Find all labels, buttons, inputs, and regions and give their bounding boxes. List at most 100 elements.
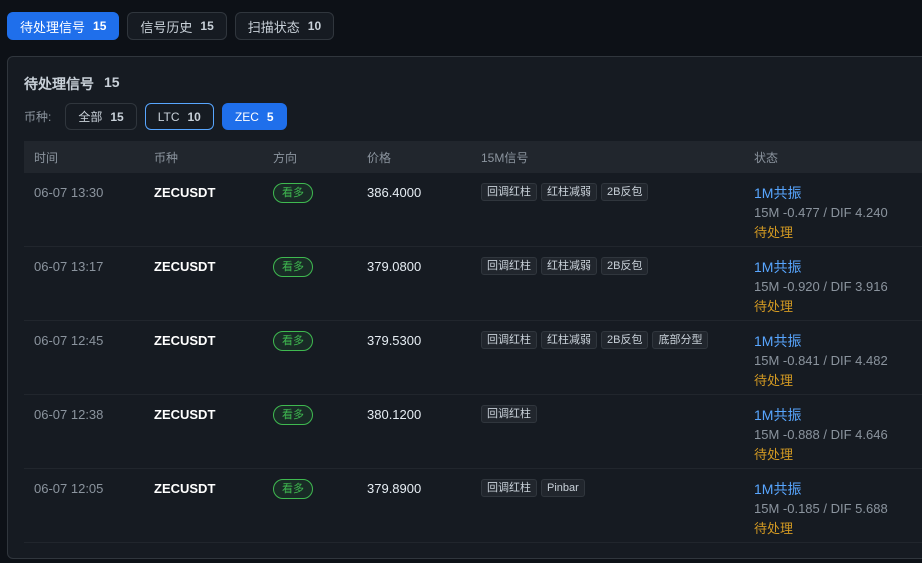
row-price: 380.1200 [367, 407, 422, 422]
signal-tag: Pinbar [541, 479, 585, 497]
tab-pending-signals[interactable]: 待处理信号 15 [7, 12, 120, 40]
header-direction: 方向 [273, 150, 298, 165]
row-coin: ZECUSDT [154, 185, 216, 200]
metrics-text: 15M -0.888 / DIF 4.646 [754, 427, 888, 442]
signal-tag: 回调红柱 [481, 183, 537, 201]
direction-badge: 看多 [273, 479, 313, 499]
table-row[interactable]: 06-07 12:38 ZECUSDT 看多 380.1200 回调红柱 1M共振 15M … [24, 395, 922, 469]
tab-count: 15 [93, 19, 107, 33]
chip-label: 全部 [78, 110, 103, 124]
resonance-label: 1M共振 [754, 407, 802, 423]
row-price: 379.8900 [367, 481, 422, 496]
signal-tag: 回调红柱 [481, 479, 537, 497]
tab-label: 扫描状态 [247, 19, 300, 35]
signal-tag: 红柱减弱 [541, 331, 597, 349]
row-direction: 看多 [273, 479, 313, 499]
row-direction: 看多 [273, 257, 313, 277]
signal-tag: 红柱减弱 [541, 257, 597, 275]
table-body: 06-07 13:30 ZECUSDT 看多 386.4000 回调红柱 红柱减弱 2B反包… [24, 173, 922, 543]
filter-chip-ltc[interactable]: LTC 10 [144, 103, 214, 130]
signal-tag: 2B反包 [601, 257, 649, 275]
header-price: 价格 [367, 150, 392, 165]
chip-label: ZEC [234, 109, 259, 124]
row-status: 1M共振 15M -0.841 / DIF 4.482 待处理 [754, 331, 888, 389]
header-signal: 15M信号 [481, 150, 529, 165]
direction-badge: 看多 [273, 331, 313, 351]
panel-title-text: 待处理信号 [24, 76, 94, 92]
chip-count: 15 [110, 109, 124, 124]
metrics-text: 15M -0.841 / DIF 4.482 [754, 353, 888, 368]
header-time: 时间 [34, 150, 59, 165]
row-time: 06-07 13:30 [34, 185, 104, 200]
row-status: 1M共振 15M -0.888 / DIF 4.646 待处理 [754, 405, 888, 463]
row-signal-tags: 回调红柱 红柱减弱 2B反包 [481, 183, 649, 201]
row-signal-tags: 回调红柱 红柱减弱 2B反包 底部分型 [481, 331, 709, 349]
row-price: 379.0800 [367, 259, 422, 274]
table-header: 时间 币种 方向 价格 15M信号 状态 [24, 141, 922, 173]
filter-chip-all[interactable]: 全部 15 [65, 103, 137, 130]
tab-label: 待处理信号 [20, 19, 86, 35]
row-coin: ZECUSDT [154, 259, 216, 274]
coin-filter: 币种: 全部 15 LTC 10 ZEC 5 [24, 103, 287, 130]
direction-badge: 看多 [273, 405, 313, 425]
row-direction: 看多 [273, 331, 313, 351]
table-row[interactable]: 06-07 13:30 ZECUSDT 看多 386.4000 回调红柱 红柱减弱 2B反包… [24, 173, 922, 247]
direction-badge: 看多 [273, 257, 313, 277]
row-status: 1M共振 15M -0.920 / DIF 3.916 待处理 [754, 257, 888, 315]
signal-tag: 红柱减弱 [541, 183, 597, 201]
chip-count: 5 [266, 109, 274, 124]
top-tabs: 待处理信号 15 信号历史 15 扫描状态 10 [7, 12, 335, 40]
signal-tag: 回调红柱 [481, 331, 537, 349]
filter-label: 币种: [24, 110, 52, 124]
row-signal-tags: 回调红柱 [481, 405, 537, 423]
table-row[interactable]: 06-07 12:05 ZECUSDT 看多 379.8900 回调红柱 Pinbar 1M… [24, 469, 922, 543]
row-coin: ZECUSDT [154, 407, 216, 422]
tab-count: 10 [307, 19, 322, 33]
header-status: 状态 [754, 150, 779, 165]
signal-tag: 回调红柱 [481, 405, 537, 423]
table-row[interactable]: 06-07 12:45 ZECUSDT 看多 379.5300 回调红柱 红柱减弱 2B反包… [24, 321, 922, 395]
row-coin: ZECUSDT [154, 333, 216, 348]
row-price: 386.4000 [367, 185, 422, 200]
filter-chip-zec[interactable]: ZEC 5 [221, 103, 287, 130]
resonance-label: 1M共振 [754, 333, 802, 349]
row-coin: ZECUSDT [154, 481, 216, 496]
signal-tag: 底部分型 [652, 331, 709, 349]
state-label: 待处理 [754, 299, 794, 314]
resonance-label: 1M共振 [754, 481, 802, 497]
signal-tag: 回调红柱 [481, 257, 537, 275]
metrics-text: 15M -0.920 / DIF 3.916 [754, 279, 888, 294]
tab-signal-history[interactable]: 信号历史 15 [127, 12, 227, 40]
table-row[interactable]: 06-07 13:17 ZECUSDT 看多 379.0800 回调红柱 红柱减弱 2B反包… [24, 247, 922, 321]
row-status: 1M共振 15M -0.477 / DIF 4.240 待处理 [754, 183, 888, 241]
signal-tag: 2B反包 [601, 183, 649, 201]
panel-title-count: 15 [104, 74, 120, 90]
chip-label: LTC [157, 109, 180, 124]
row-time: 06-07 13:17 [34, 259, 104, 274]
header-coin: 币种 [154, 150, 179, 165]
state-label: 待处理 [754, 447, 794, 462]
resonance-label: 1M共振 [754, 185, 802, 201]
row-status: 1M共振 15M -0.185 / DIF 5.688 待处理 [754, 479, 888, 537]
pending-signals-panel: 待处理信号 15 币种: 全部 15 LTC 10 ZEC 5 时间 币种 方向… [7, 56, 922, 559]
resonance-label: 1M共振 [754, 259, 802, 275]
row-direction: 看多 [273, 183, 313, 203]
state-label: 待处理 [754, 521, 794, 536]
tab-scan-status[interactable]: 扫描状态 10 [234, 12, 335, 40]
signals-table: 时间 币种 方向 价格 15M信号 状态 06-07 13:30 ZECUSDT 看… [24, 141, 922, 543]
direction-badge: 看多 [273, 183, 313, 203]
row-signal-tags: 回调红柱 红柱减弱 2B反包 [481, 257, 649, 275]
signal-tag: 2B反包 [601, 331, 649, 349]
chip-count: 10 [187, 109, 201, 124]
tab-label: 信号历史 [140, 19, 193, 35]
row-time: 06-07 12:45 [34, 333, 104, 348]
metrics-text: 15M -0.477 / DIF 4.240 [754, 205, 888, 220]
panel-title: 待处理信号 15 [24, 74, 120, 94]
state-label: 待处理 [754, 373, 794, 388]
metrics-text: 15M -0.185 / DIF 5.688 [754, 501, 888, 516]
row-time: 06-07 12:38 [34, 407, 104, 422]
state-label: 待处理 [754, 225, 794, 240]
row-price: 379.5300 [367, 333, 422, 348]
row-time: 06-07 12:05 [34, 481, 104, 496]
row-signal-tags: 回调红柱 Pinbar [481, 479, 585, 497]
